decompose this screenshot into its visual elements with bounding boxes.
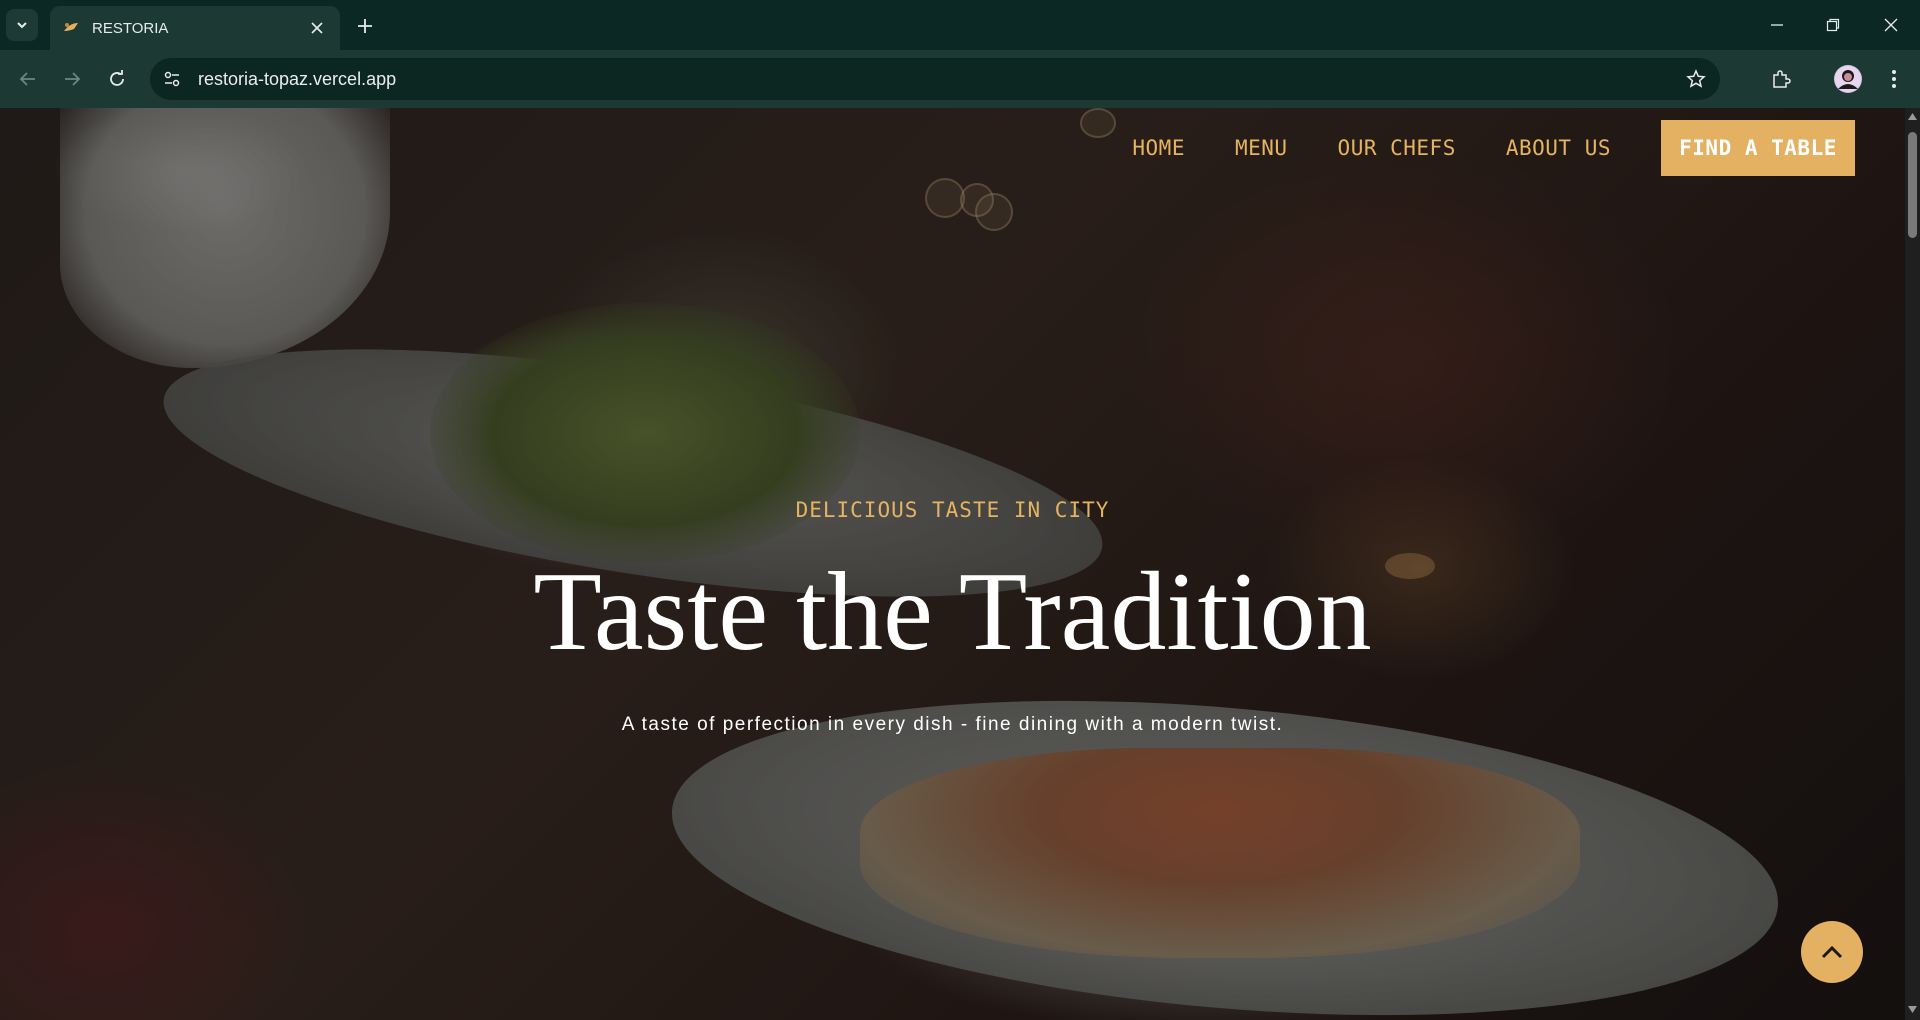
restore-button[interactable] (1816, 10, 1850, 40)
scroll-down-arrow[interactable] (1907, 1004, 1918, 1015)
hero-eyebrow: DELICIOUS TASTE IN CITY (795, 498, 1110, 522)
minimize-icon (1771, 24, 1783, 26)
chevron-down-icon (17, 22, 27, 29)
hero-subtitle: A taste of perfection in every dish - fi… (621, 714, 1284, 735)
close-window-button[interactable] (1874, 10, 1908, 40)
chevron-up-icon (1821, 945, 1843, 959)
plus-icon (358, 19, 372, 33)
arrow-right-icon (65, 72, 81, 86)
address-bar[interactable]: restoria-topaz.vercel.app (150, 58, 1720, 100)
tab-title: RESTORIA (92, 19, 169, 37)
tab-close-button[interactable] (306, 17, 328, 39)
minimize-button[interactable] (1760, 10, 1794, 40)
scroll-up-arrow[interactable] (1907, 111, 1918, 122)
browser-toolbar: restoria-topaz.vercel.app (0, 50, 1920, 108)
url-text: restoria-topaz.vercel.app (198, 68, 397, 89)
back-to-top-button[interactable] (1801, 921, 1863, 983)
close-icon (1884, 18, 1898, 32)
favicon-icon (64, 23, 78, 31)
arrow-left-icon (19, 72, 35, 86)
scrollbar-thumb[interactable] (1908, 132, 1917, 238)
forward-button[interactable] (56, 63, 88, 95)
tune-icon (164, 71, 180, 87)
star-icon (1686, 69, 1706, 88)
menu-button[interactable] (1878, 63, 1910, 95)
back-button[interactable] (12, 63, 44, 95)
browser-titlebar: RESTORIA (0, 0, 1920, 50)
restore-icon (1826, 18, 1840, 32)
page-scrollbar[interactable] (1905, 108, 1920, 1020)
reload-icon (110, 70, 124, 86)
triangle-up-icon (1908, 113, 1917, 120)
extensions-button[interactable] (1765, 63, 1797, 95)
puzzle-icon (1773, 70, 1791, 88)
close-icon (311, 22, 323, 34)
tab-list-button[interactable] (6, 9, 38, 41)
profile-avatar[interactable] (1834, 65, 1862, 93)
new-tab-button[interactable] (352, 13, 378, 39)
browser-tab[interactable]: RESTORIA (50, 6, 340, 50)
site-info-button[interactable] (156, 63, 188, 95)
hero-section: HOME MENU OUR CHEFS ABOUT US FIND A TABL… (0, 108, 1905, 1020)
hero-title: Taste the Tradition (533, 550, 1372, 674)
triangle-down-icon (1908, 1006, 1917, 1013)
reload-button[interactable] (101, 63, 133, 95)
more-vert-icon (1892, 70, 1896, 88)
hero-content: DELICIOUS TASTE IN CITY Taste the Tradit… (0, 108, 1905, 1020)
bookmark-button[interactable] (1680, 63, 1712, 95)
avatar-icon (1835, 66, 1861, 92)
